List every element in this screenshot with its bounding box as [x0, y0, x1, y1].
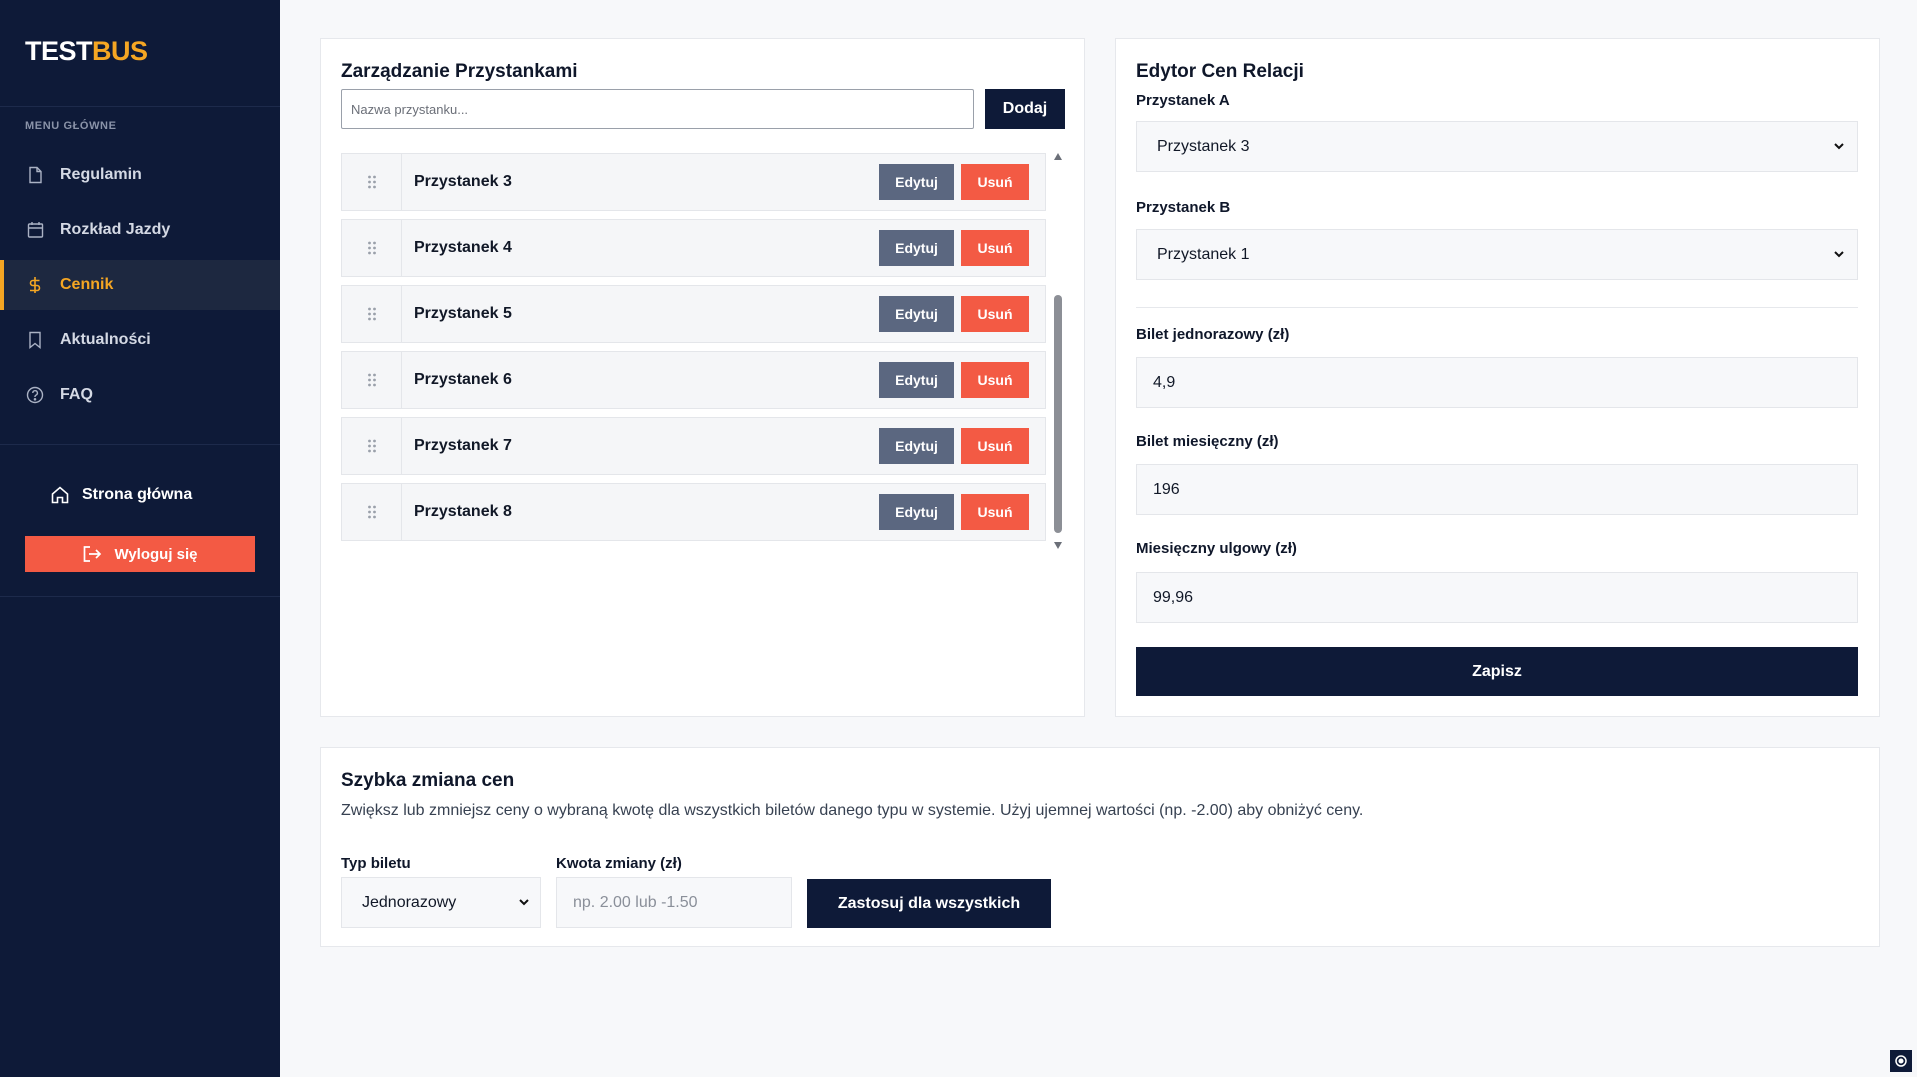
edit-stop-button[interactable]: Edytuj [879, 494, 954, 530]
logout-label: Wyloguj się [114, 545, 198, 563]
quick-price-card: Szybka zmiana cen Zwiększ lub zmniejsz c… [320, 747, 1880, 947]
stop-b-select[interactable]: Przystanek 1 [1136, 229, 1858, 280]
editor-title: Edytor Cen Relacji [1136, 61, 1304, 82]
brand-logo[interactable]: TESTBUS [25, 36, 148, 67]
sidebar-item-label: FAQ [60, 386, 93, 403]
stop-row: Przystanek 7 Edytuj Usuń [341, 417, 1046, 475]
apply-all-button[interactable]: Zastosuj dla wszystkich [807, 879, 1051, 928]
scroll-thumb[interactable] [1054, 295, 1062, 533]
amount-input[interactable] [556, 877, 792, 928]
document-icon [26, 166, 44, 184]
stop-name: Przystanek 4 [414, 239, 512, 256]
stop-name: Przystanek 6 [414, 371, 512, 388]
monthly-ticket-input[interactable]: 196 [1136, 464, 1858, 515]
stop-a-select[interactable]: Przystanek 3 [1136, 121, 1858, 172]
sidebar-item-label: Regulamin [60, 166, 142, 183]
menu-heading: MENU GŁÓWNE [25, 120, 117, 132]
chevron-down-icon [518, 895, 530, 914]
stop-name: Przystanek 5 [414, 305, 512, 322]
stop-name: Przystanek 3 [414, 173, 512, 190]
sidebar: TESTBUS MENU GŁÓWNE Regulamin Rozkład Ja… [0, 0, 280, 1077]
delete-stop-button[interactable]: Usuń [961, 362, 1029, 398]
logout-button[interactable]: Wyloguj się [25, 536, 255, 572]
delete-stop-button[interactable]: Usuń [961, 428, 1029, 464]
home-link[interactable]: Strona główna [50, 485, 192, 505]
monthly-ticket-label: Bilet miesięczny (zł) [1136, 433, 1279, 450]
stops-title: Zarządzanie Przystankami [341, 61, 578, 82]
stop-name-input[interactable] [341, 89, 974, 129]
delete-stop-button[interactable]: Usuń [961, 296, 1029, 332]
stop-list-scrollbar[interactable] [1052, 153, 1064, 549]
edit-stop-button[interactable]: Edytuj [879, 428, 954, 464]
sidebar-divider [0, 106, 280, 107]
ticket-type-select[interactable]: Jednorazowy [341, 877, 541, 928]
chevron-down-icon [1833, 247, 1845, 266]
ticket-type-value: Jednorazowy [362, 893, 457, 911]
quick-description: Zwiększ lub zmniejsz ceny o wybraną kwot… [341, 802, 1364, 819]
sidebar-divider [0, 596, 280, 597]
stops-card: Zarządzanie Przystankami Dodaj Przystane… [320, 38, 1085, 717]
sidebar-item-rozklad-jazdy[interactable]: Rozkład Jazdy [0, 205, 280, 255]
dollar-icon [26, 276, 44, 294]
amount-label: Kwota zmiany (zł) [556, 855, 682, 872]
stop-name: Przystanek 7 [414, 437, 512, 454]
question-circle-icon [26, 386, 44, 404]
edit-stop-button[interactable]: Edytuj [879, 164, 954, 200]
monthly-reduced-value: 99,96 [1153, 588, 1194, 606]
price-editor-card: Edytor Cen Relacji Przystanek A Przystan… [1115, 38, 1880, 717]
scroll-down-arrow-icon[interactable] [1054, 542, 1062, 549]
sidebar-divider [0, 444, 280, 445]
drag-handle-icon[interactable] [342, 220, 402, 276]
sidebar-item-faq[interactable]: FAQ [0, 370, 280, 420]
drag-handle-icon[interactable] [342, 286, 402, 342]
bookmark-icon [26, 331, 44, 349]
drag-handle-icon[interactable] [342, 352, 402, 408]
stop-a-value: Przystanek 3 [1157, 137, 1250, 155]
single-ticket-label: Bilet jednorazowy (zł) [1136, 326, 1290, 343]
monthly-reduced-label: Miesięczny ulgowy (zł) [1136, 540, 1297, 557]
ticket-type-label: Typ biletu [341, 855, 411, 872]
sidebar-item-regulamin[interactable]: Regulamin [0, 150, 280, 200]
chevron-down-icon [1833, 139, 1845, 158]
calendar-icon [26, 221, 44, 239]
stop-row: Przystanek 3 Edytuj Usuń [341, 153, 1046, 211]
stop-name: Przystanek 8 [414, 503, 512, 520]
single-ticket-input[interactable]: 4,9 [1136, 357, 1858, 408]
delete-stop-button[interactable]: Usuń [961, 230, 1029, 266]
edit-stop-button[interactable]: Edytuj [879, 296, 954, 332]
stop-row: Przystanek 4 Edytuj Usuń [341, 219, 1046, 277]
delete-stop-button[interactable]: Usuń [961, 164, 1029, 200]
sidebar-item-cennik[interactable]: Cennik [0, 260, 280, 310]
stop-list[interactable]: Przystanek 3 Edytuj Usuń Przystanek 4 Ed… [341, 153, 1048, 549]
sidebar-item-label: Aktualności [60, 331, 151, 348]
monthly-ticket-value: 196 [1153, 480, 1180, 498]
sidebar-item-label: Cennik [60, 276, 114, 293]
stop-row: Przystanek 6 Edytuj Usuń [341, 351, 1046, 409]
monthly-reduced-input[interactable]: 99,96 [1136, 572, 1858, 623]
home-icon [50, 485, 70, 505]
drag-handle-icon[interactable] [342, 418, 402, 474]
stop-row: Przystanek 8 Edytuj Usuń [341, 483, 1046, 541]
edit-stop-button[interactable]: Edytuj [879, 362, 954, 398]
drag-handle-icon[interactable] [342, 484, 402, 540]
single-ticket-value: 4,9 [1153, 373, 1176, 391]
stop-b-value: Przystanek 1 [1157, 245, 1250, 263]
delete-stop-button[interactable]: Usuń [961, 494, 1029, 530]
edit-stop-button[interactable]: Edytuj [879, 230, 954, 266]
sidebar-item-label: Rozkład Jazdy [60, 221, 171, 238]
drag-handle-icon[interactable] [342, 154, 402, 210]
editor-divider [1136, 307, 1858, 308]
settings-icon[interactable] [1890, 1050, 1912, 1072]
quick-title: Szybka zmiana cen [341, 770, 515, 791]
stop-b-label: Przystanek B [1136, 199, 1231, 216]
save-button[interactable]: Zapisz [1136, 647, 1858, 696]
scroll-up-arrow-icon[interactable] [1054, 153, 1062, 160]
stop-row: Przystanek 5 Edytuj Usuń [341, 285, 1046, 343]
stop-a-label: Przystanek A [1136, 92, 1230, 109]
sidebar-item-aktualnosci[interactable]: Aktualności [0, 315, 280, 365]
logout-icon [82, 545, 102, 563]
home-link-label: Strona główna [82, 486, 193, 503]
add-stop-button[interactable]: Dodaj [985, 89, 1065, 129]
